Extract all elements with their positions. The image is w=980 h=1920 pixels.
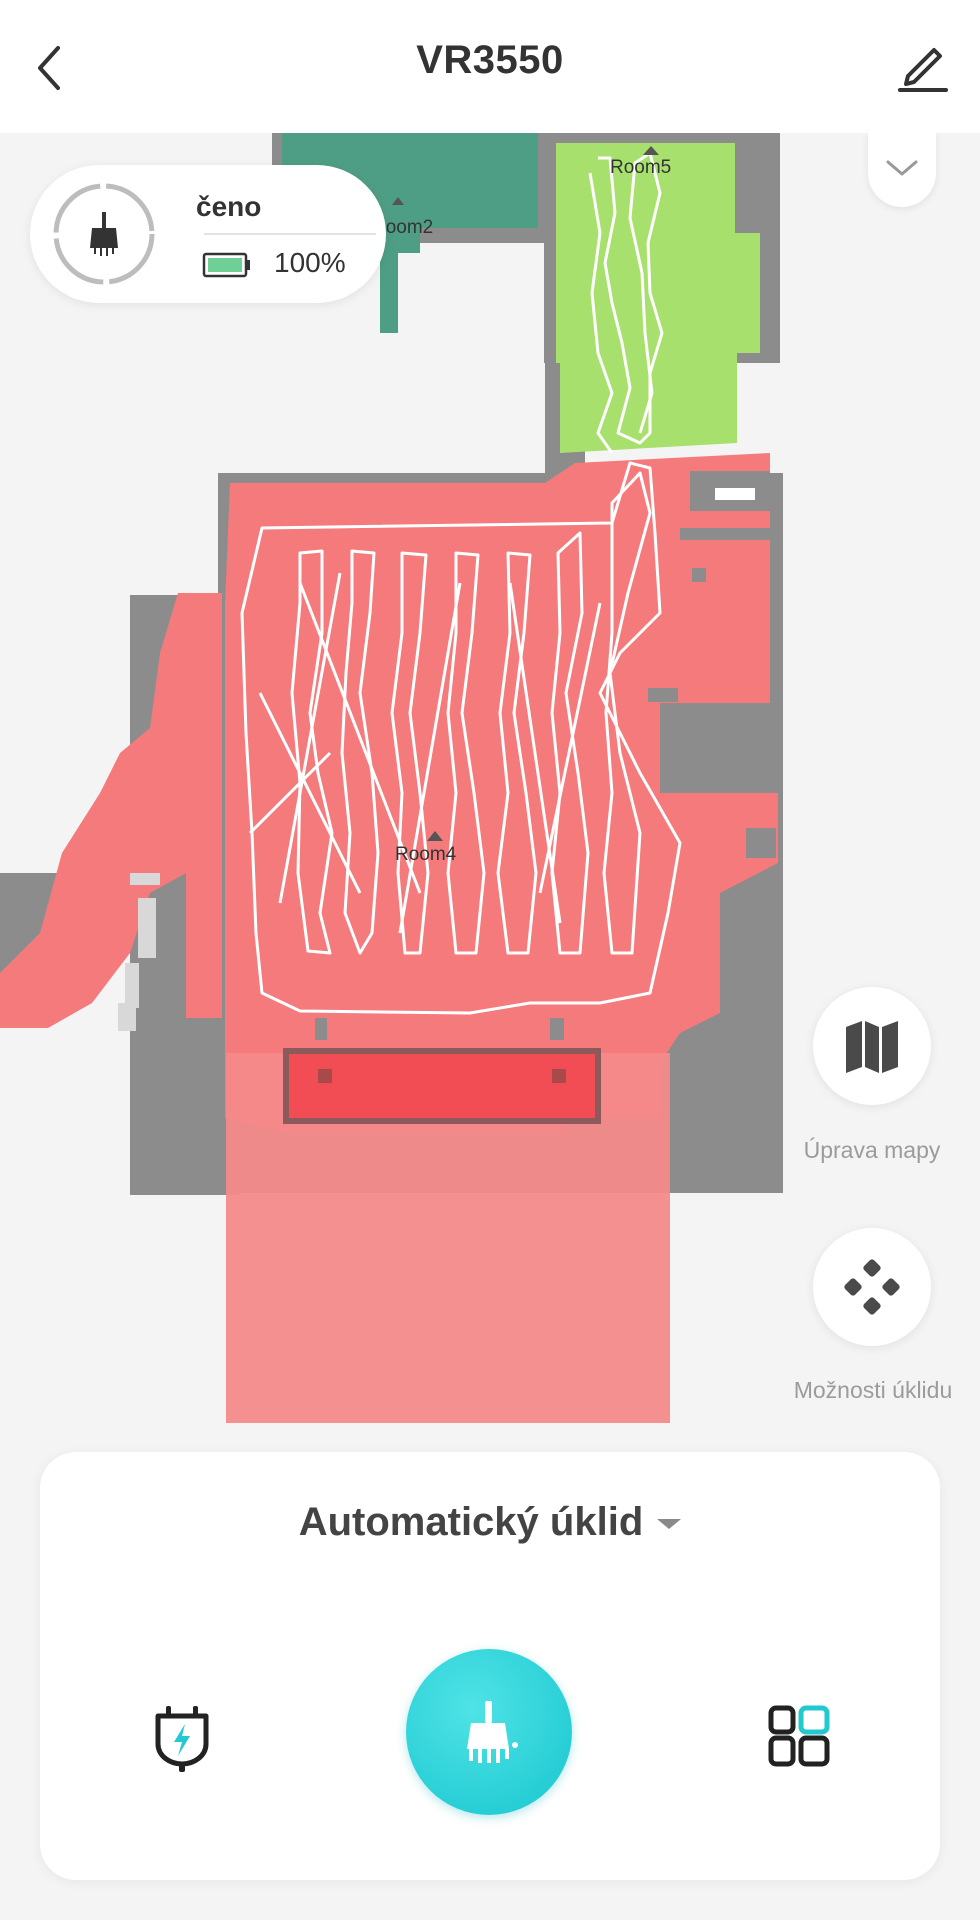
room4-label: Room4	[395, 844, 457, 865]
battery-icon	[202, 252, 250, 278]
dock-button[interactable]	[152, 1704, 212, 1774]
robot-state-text: čeno	[196, 191, 262, 222]
caret-down-icon	[657, 1519, 682, 1530]
zone-marker	[318, 1069, 332, 1083]
room-select-button[interactable]	[768, 1705, 830, 1767]
edit-map-button[interactable]	[813, 987, 931, 1105]
cleaning-options-button[interactable]	[813, 1228, 931, 1346]
start-cleaning-button[interactable]	[406, 1649, 572, 1815]
robot-status-card[interactable]: čeno 100%	[30, 165, 386, 303]
divider	[204, 233, 376, 235]
diamond-grid-icon	[844, 1259, 900, 1315]
chevron-down-icon	[886, 160, 918, 176]
map-icon	[846, 1021, 898, 1073]
top-bar: VR3550	[0, 0, 980, 133]
cleaning-mode-selector[interactable]: Automatický úklid	[40, 1500, 940, 1545]
control-panel: Automatický úklid	[40, 1452, 940, 1880]
dock-charge-icon	[155, 1706, 209, 1772]
room5-label: Room5	[610, 157, 671, 178]
collapse-button[interactable]	[868, 133, 936, 207]
zone-marker	[552, 1069, 566, 1083]
broom-icon	[90, 212, 118, 256]
page-title: VR3550	[416, 38, 564, 82]
cleaning-options-label: Možnosti úklidu	[793, 1377, 953, 1403]
pencil-icon	[898, 48, 948, 92]
edit-map-label: Úprava mapy	[803, 1137, 941, 1163]
room4-arm	[0, 593, 222, 1028]
cleaning-map[interactable]: Room2 Room5 Room4	[0, 133, 980, 1423]
status-ring	[53, 183, 155, 285]
cleaning-mode-label: Automatický úklid	[298, 1500, 644, 1544]
no-mop-zone[interactable]	[283, 1048, 601, 1124]
edit-button[interactable]	[894, 40, 952, 96]
broom-icon	[467, 1701, 518, 1763]
room-select-icon	[768, 1705, 830, 1767]
battery-percent: 100%	[274, 247, 346, 278]
